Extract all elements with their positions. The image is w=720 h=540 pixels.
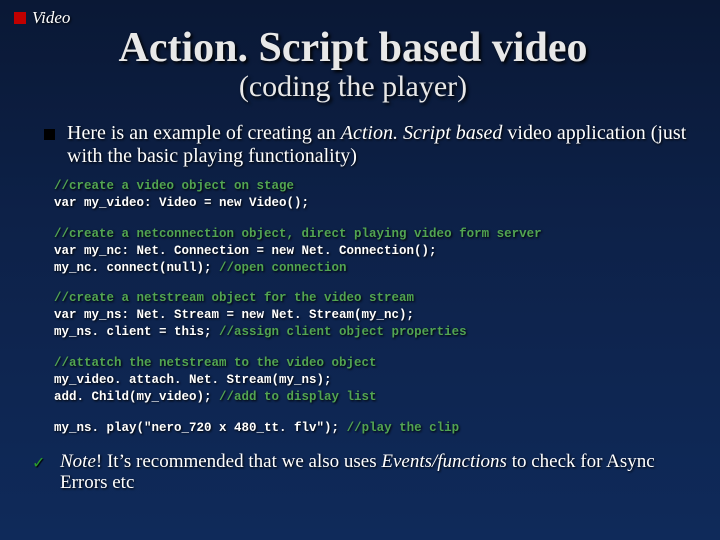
title-block: Action. Script based video (coding the p…	[14, 24, 692, 104]
intro-text: Here is an example of creating an Action…	[67, 122, 692, 168]
bullet-icon	[44, 129, 55, 140]
code-comment: //create a video object on stage	[54, 178, 692, 195]
note-lead: Note	[60, 451, 96, 472]
bullet-icon	[14, 12, 26, 24]
code-frag: my_nc. connect(null);	[54, 261, 219, 275]
page-subtitle: (coding the player)	[14, 70, 692, 104]
code-line: my_ns. play("nero_720 x 480_tt. flv"); /…	[54, 420, 692, 437]
code-line: var my_video: Video = new Video();	[54, 195, 692, 212]
code-block-3: //create a netstream object for the vide…	[54, 290, 692, 341]
code-block-4: //attatch the netstream to the video obj…	[54, 355, 692, 406]
code-line: var my_nc: Net. Connection = new Net. Co…	[54, 243, 692, 260]
code-frag: add. Child(my_video);	[54, 390, 219, 404]
note-mid: ! It’s recommended that we also uses	[96, 451, 381, 472]
note-row: ✓ Note! It’s recommended that we also us…	[32, 451, 692, 495]
code-inline-comment: //assign client object properties	[219, 325, 467, 339]
code-line: my_video. attach. Net. Stream(my_ns);	[54, 372, 692, 389]
code-inline-comment: //add to display list	[219, 390, 377, 404]
check-icon: ✓	[32, 453, 50, 473]
page-title: Action. Script based video	[14, 24, 692, 72]
code-comment: //create a netstream object for the vide…	[54, 290, 692, 307]
code-block-1: //create a video object on stage var my_…	[54, 178, 692, 212]
code-block-5: my_ns. play("nero_720 x 480_tt. flv"); /…	[54, 420, 692, 437]
code-frag: my_ns. play("nero_720 x 480_tt. flv");	[54, 421, 347, 435]
intro-row: Here is an example of creating an Action…	[44, 122, 692, 168]
code-comment: //create a netconnection object, direct …	[54, 226, 692, 243]
note-em: Events/functions	[381, 451, 507, 472]
code-frag: my_ns. client = this;	[54, 325, 219, 339]
code-block-2: //create a netconnection object, direct …	[54, 226, 692, 277]
code-inline-comment: //open connection	[219, 261, 347, 275]
intro-em: Action. Script based	[341, 122, 503, 144]
note-text: Note! It’s recommended that we also uses…	[60, 451, 692, 495]
code-region: //create a video object on stage var my_…	[54, 178, 692, 437]
code-line: my_nc. connect(null); //open connection	[54, 260, 692, 277]
code-line: my_ns. client = this; //assign client ob…	[54, 324, 692, 341]
code-line: add. Child(my_video); //add to display l…	[54, 389, 692, 406]
breadcrumb-label: Video	[32, 8, 70, 28]
code-inline-comment: //play the clip	[347, 421, 460, 435]
intro-pre: Here is an example of creating an	[67, 122, 341, 144]
code-line: var my_ns: Net. Stream = new Net. Stream…	[54, 307, 692, 324]
code-comment: //attatch the netstream to the video obj…	[54, 355, 692, 372]
